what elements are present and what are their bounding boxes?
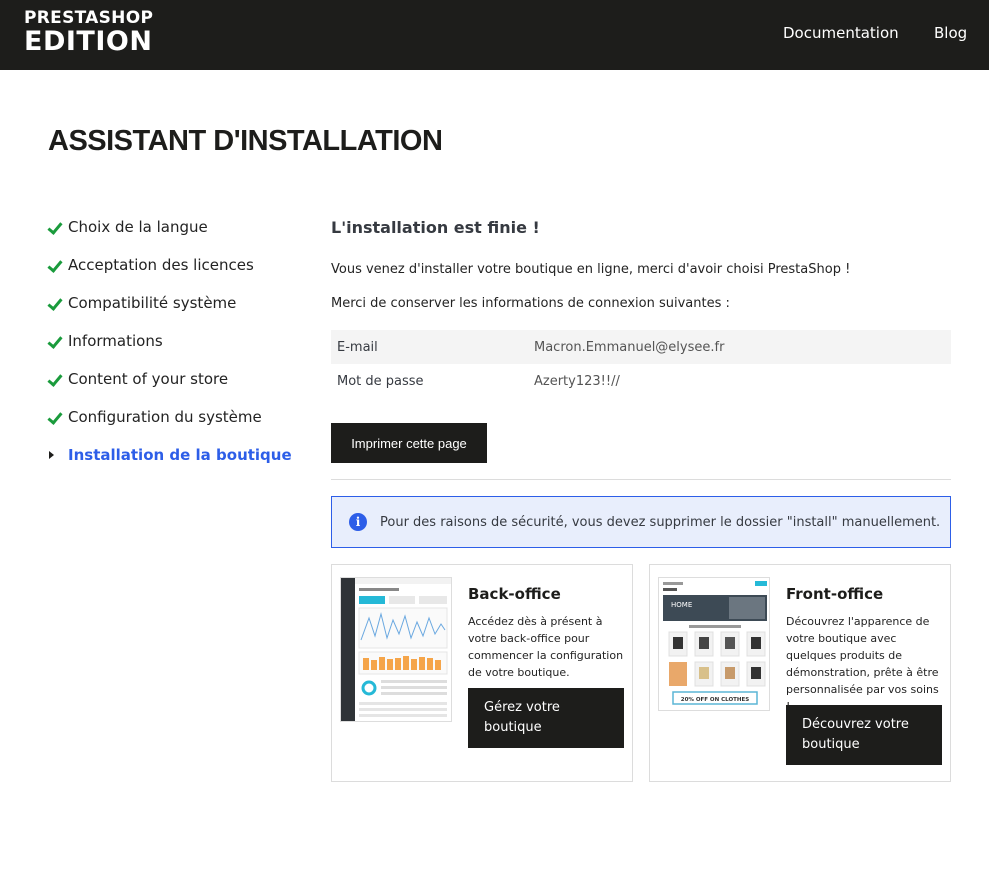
back-office-title: Back-office <box>468 585 561 603</box>
finished-title: L'installation est finie ! <box>331 218 540 237</box>
top-header: PRESTASHOP EDITION Documentation Blog <box>0 0 989 70</box>
step-label: Compatibilité système <box>68 294 237 312</box>
front-office-title: Front-office <box>786 585 884 603</box>
logo-line2: EDITION <box>24 26 153 57</box>
step-language: Choix de la langue <box>48 216 292 254</box>
table-row: Mot de passe Azerty123!!// <box>331 364 951 398</box>
step-compatibility: Compatibilité système <box>48 292 292 330</box>
back-office-screenshot <box>340 577 452 722</box>
back-office-description: Accédez dès à présent à votre back-offic… <box>468 615 624 679</box>
checkmark-icon <box>48 292 62 314</box>
step-label: Content of your store <box>68 370 229 388</box>
step-system-config: Configuration du système <box>48 406 292 444</box>
step-label: Choix de la langue <box>68 218 208 236</box>
security-alert: i Pour des raisons de sécurité, vous dev… <box>331 496 951 548</box>
step-shop-install: Installation de la boutique <box>48 444 292 482</box>
email-value: Macron.Emmanuel@elysee.fr <box>534 339 725 355</box>
discover-shop-button[interactable]: Découvrez votre boutique <box>786 705 942 765</box>
nav-documentation-link[interactable]: Documentation <box>783 24 899 42</box>
checkmark-icon <box>48 254 62 276</box>
thanks-text: Vous venez d'installer votre boutique en… <box>331 262 851 277</box>
logo-line1: PRESTASHOP <box>24 8 154 28</box>
checkmark-icon <box>48 330 62 352</box>
manage-shop-button[interactable]: Gérez votre boutique <box>468 688 624 748</box>
alert-text: Pour des raisons de sécurité, vous devez… <box>380 514 941 530</box>
email-label: E-mail <box>337 339 378 355</box>
credentials-table: E-mail Macron.Emmanuel@elysee.fr Mot de … <box>331 330 951 398</box>
print-page-button[interactable]: Imprimer cette page <box>331 423 487 463</box>
step-licenses: Acceptation des licences <box>48 254 292 292</box>
table-row: E-mail Macron.Emmanuel@elysee.fr <box>331 330 951 364</box>
step-label: Informations <box>68 332 163 350</box>
nav-blog-link[interactable]: Blog <box>934 24 967 42</box>
password-value: Azerty123!!// <box>534 373 620 389</box>
front-office-screenshot: HOME 20% OFF ON CLOTHES <box>658 577 770 711</box>
main-content: L'installation est finie ! Vous venez d'… <box>331 218 951 782</box>
keep-info-text: Merci de conserver les informations de c… <box>331 296 730 311</box>
password-label: Mot de passe <box>337 373 424 389</box>
info-icon: i <box>349 513 367 531</box>
prestashop-edition-logo[interactable]: PRESTASHOP EDITION <box>24 8 154 57</box>
installation-steps: Choix de la langue Acceptation des licen… <box>48 216 292 482</box>
checkmark-icon <box>48 406 62 428</box>
step-label: Acceptation des licences <box>68 256 254 274</box>
banner-promo-text: 20% OFF ON CLOTHES <box>681 697 750 703</box>
back-office-card: Back-office Accédez dès à présent à votr… <box>331 564 633 782</box>
banner-home-text: HOME <box>671 601 692 609</box>
step-informations: Informations <box>48 330 292 368</box>
front-office-card: HOME 20% OFF ON CLOTHES Front-office Déc… <box>649 564 951 782</box>
checkmark-icon <box>48 216 62 238</box>
step-label: Configuration du système <box>68 408 262 426</box>
divider <box>331 479 951 480</box>
step-store-content: Content of your store <box>48 368 292 406</box>
step-label: Installation de la boutique <box>68 446 292 464</box>
caret-right-icon <box>49 451 54 459</box>
checkmark-icon <box>48 368 62 390</box>
front-office-description: Découvrez l'apparence de votre boutique … <box>786 615 939 713</box>
page-title: ASSISTANT D'INSTALLATION <box>48 125 443 157</box>
